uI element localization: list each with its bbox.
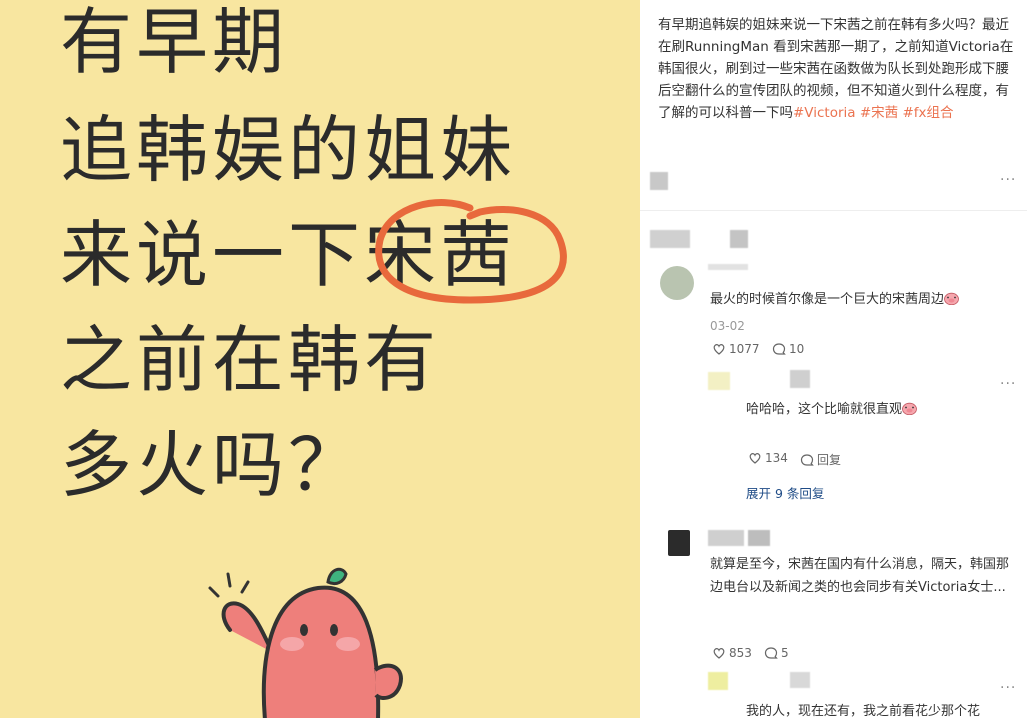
reply-count-button[interactable]: 5 bbox=[764, 646, 789, 660]
blurred-label bbox=[650, 230, 690, 248]
comment-date: 03-02 bbox=[710, 319, 745, 333]
blurred-author bbox=[650, 172, 668, 190]
heart-outline-icon bbox=[713, 647, 725, 659]
comment-text: 就算是至今，宋茜在国内有什么消息，隔天，韩国那边电台以及新闻之类的也会同步有关V… bbox=[710, 557, 1010, 595]
like-count: 1077 bbox=[729, 342, 760, 356]
avatar[interactable] bbox=[668, 530, 690, 556]
avatar[interactable] bbox=[660, 266, 694, 300]
comment-text: 最火的时候首尔像是一个巨大的宋茜周边 bbox=[710, 288, 959, 311]
like-button[interactable]: 1077 bbox=[712, 342, 760, 356]
hashtag-victoria[interactable]: #Victoria bbox=[793, 105, 856, 121]
blurred-label bbox=[730, 230, 748, 248]
expand-replies-link[interactable]: 展开 9 条回复 bbox=[746, 483, 824, 502]
like-count: 853 bbox=[729, 646, 752, 660]
like-count: 134 bbox=[765, 451, 788, 465]
hashtag-fx[interactable]: #fx组合 bbox=[902, 105, 953, 121]
divider bbox=[640, 210, 1027, 211]
blurred-username bbox=[708, 264, 748, 270]
hashtag-songqian[interactable]: #宋茜 bbox=[860, 105, 898, 121]
more-dots-icon[interactable]: ··· bbox=[1000, 680, 1016, 696]
comment-bubble-icon bbox=[764, 647, 778, 659]
reply-count-button[interactable]: 10 bbox=[772, 342, 804, 356]
heart-outline-icon bbox=[713, 343, 725, 355]
reply-button[interactable]: 回复 bbox=[800, 451, 841, 468]
reply-count: 10 bbox=[789, 342, 805, 356]
reply-count: 5 bbox=[781, 646, 789, 660]
blurred-avatar bbox=[708, 372, 730, 390]
image-text-line-3: 来说一下宋茜 bbox=[60, 213, 517, 297]
blurred-avatar bbox=[708, 672, 728, 690]
pig-face-emoji-icon bbox=[902, 402, 917, 415]
blurred-username bbox=[790, 672, 810, 688]
comment-bubble-icon bbox=[800, 453, 814, 466]
reply-text: 我的人，现在还有，我之前看花少那个花 bbox=[746, 704, 981, 718]
reply-label: 回复 bbox=[817, 453, 842, 467]
post-image[interactable]: 有早期 追韩娱的姐妹 来说一下宋茜 之前在韩有 多火吗？ bbox=[0, 0, 640, 718]
blurred-username bbox=[748, 530, 770, 546]
mascot-sticker bbox=[208, 567, 403, 718]
comment-bubble-icon bbox=[772, 343, 786, 355]
image-text-line-5: 多火吗？ bbox=[60, 423, 365, 507]
heart-outline-icon bbox=[749, 452, 761, 464]
blurred-username bbox=[790, 370, 810, 388]
pig-face-emoji-icon bbox=[944, 292, 959, 305]
more-dots-icon[interactable]: ··· bbox=[1000, 376, 1016, 392]
more-dots-icon[interactable]: ··· bbox=[1000, 172, 1016, 188]
post-body: 有早期追韩娱的姐妹来说一下宋茜之前在韩有多火吗？最近在刷RunningMan 看… bbox=[658, 14, 1018, 124]
blurred-username bbox=[708, 530, 744, 546]
reply-text: 哈哈哈，这个比喻就很直观 bbox=[746, 398, 917, 421]
comment-feed[interactable]: 有早期追韩娱的姐妹来说一下宋茜之前在韩有多火吗？最近在刷RunningMan 看… bbox=[640, 0, 1027, 718]
image-text-line-1: 有早期 bbox=[60, 0, 289, 84]
like-button[interactable]: 134 bbox=[748, 451, 788, 465]
image-text-line-2: 追韩娱的姐妹 bbox=[60, 108, 517, 192]
image-text-line-4: 之前在韩有 bbox=[60, 318, 441, 402]
like-button[interactable]: 853 bbox=[712, 646, 752, 660]
